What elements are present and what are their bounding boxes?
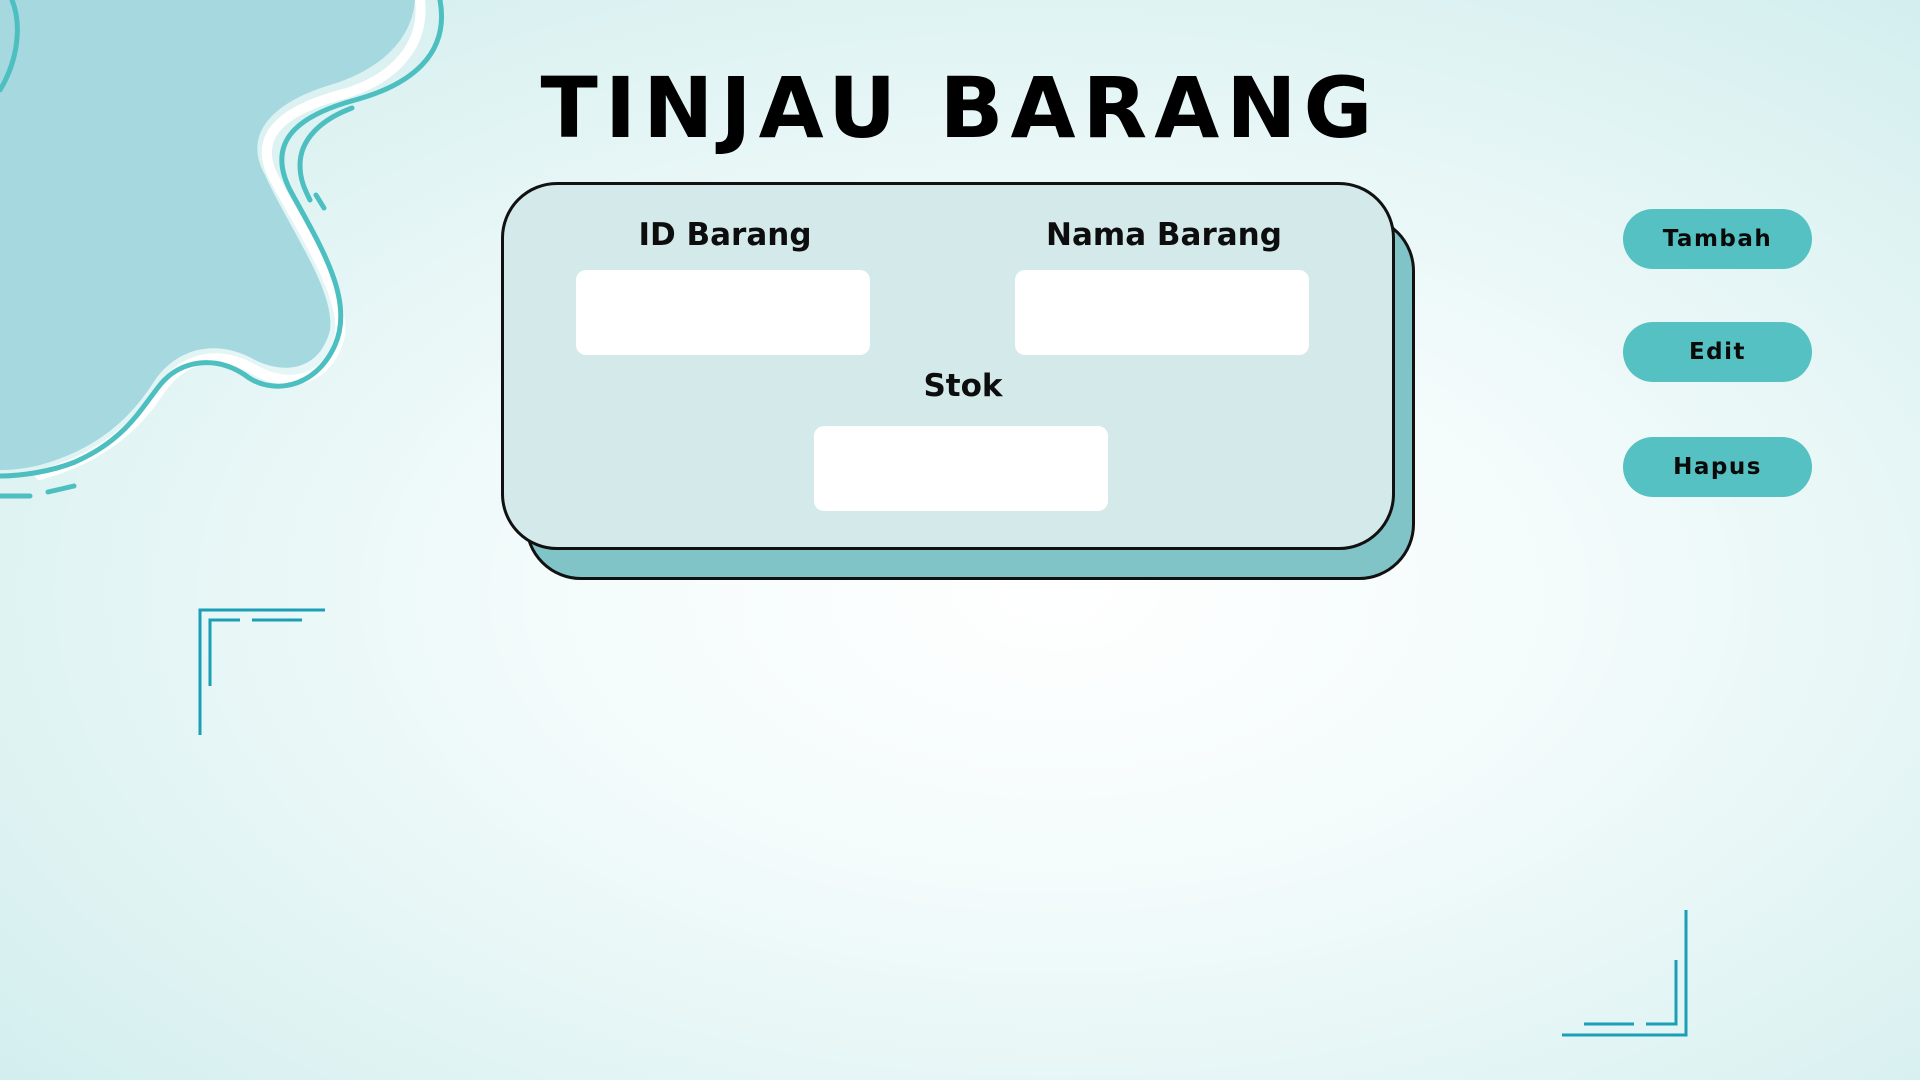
corner-bracket-top-left-inner [208,618,302,686]
stok-input[interactable] [814,426,1108,511]
page-title: TINJAU BARANG [540,59,1380,157]
corner-bracket-top-left [198,608,325,735]
item-form-card: ID Barang Nama Barang Stok [501,182,1395,550]
nama-barang-input[interactable] [1015,270,1309,355]
id-barang-input[interactable] [576,270,870,355]
corner-bracket-bottom-right [1562,910,1688,1037]
nama-barang-label: Nama Barang [1046,217,1282,253]
tambah-button[interactable]: Tambah [1623,209,1812,269]
blob-dashes [0,483,77,499]
stok-label: Stok [923,368,1003,404]
id-barang-label: ID Barang [638,217,812,253]
hapus-button[interactable]: Hapus [1623,437,1812,497]
blob-squiggle-dot [313,192,327,211]
edit-button[interactable]: Edit [1623,322,1812,382]
corner-bracket-bottom-right-inner [1584,960,1678,1026]
